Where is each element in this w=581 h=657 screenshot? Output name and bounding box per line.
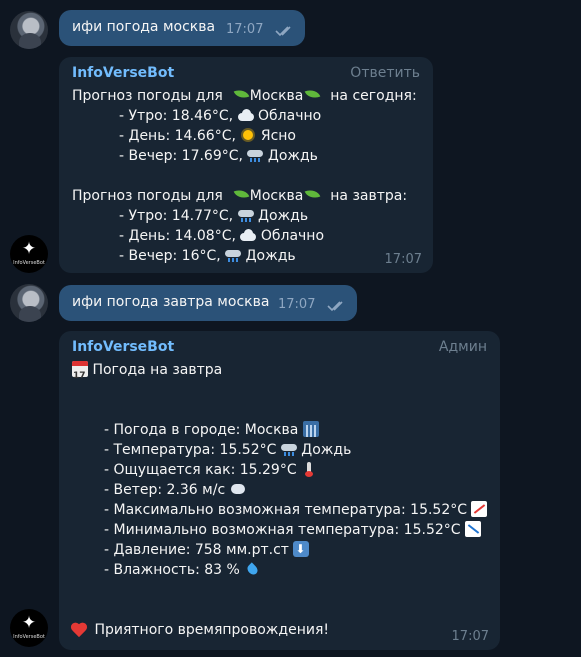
bot-avatar[interactable]: ✦ InfoVerseBot xyxy=(10,235,48,273)
herb-icon xyxy=(232,87,250,103)
chart-decreasing-icon xyxy=(465,521,481,537)
calendar-icon xyxy=(72,361,88,386)
forecast-heading-tomorrow: Прогноз погоды для Москва на завтра: xyxy=(72,187,408,204)
detail-line: - Погода в городе: Москва xyxy=(104,420,319,440)
rain-cloud-icon xyxy=(225,247,242,263)
bot-message[interactable]: InfoVerseBot Ответить Прогноз погоды для… xyxy=(59,57,433,273)
forecast-line: - Вечер: 16°C, Дождь xyxy=(119,247,296,264)
forecast-heading-today: Прогноз погоды для Москва на сегодня: xyxy=(72,87,417,104)
message-author[interactable]: InfoVerseBot xyxy=(72,339,174,355)
down-arrow-icon xyxy=(293,541,310,557)
read-checkmarks-icon xyxy=(327,301,343,312)
message-text: ифи погода москва xyxy=(72,19,216,35)
message-time: 17:07 xyxy=(226,22,264,37)
farewell-line: Приятного времяпровождения! xyxy=(72,620,329,640)
herb-icon xyxy=(303,87,321,103)
forecast-line: - Утро: 14.77°C, Дождь xyxy=(119,207,309,224)
detail-line: - Влажность: 83 % xyxy=(104,560,260,580)
forecast-line: - Утро: 18.46°C, Облачно xyxy=(119,107,322,124)
star-logo-icon: ✦ xyxy=(21,239,37,259)
sun-icon xyxy=(240,127,256,143)
message-text: ифи погода завтра москва xyxy=(72,294,270,310)
detail-line: - Максимально возможная температура: 15.… xyxy=(104,500,488,520)
rain-cloud-icon xyxy=(247,147,264,163)
forecast-line: - Вечер: 17.69°C, Дождь xyxy=(119,147,318,164)
detail-line: - Температура: 15.52°C Дождь xyxy=(104,441,352,458)
forecast-line: - День: 14.66°C, Ясно xyxy=(119,127,296,144)
outgoing-message[interactable]: ифи погода завтра москва 17:07 xyxy=(59,285,357,321)
forecast-line: - День: 14.08°C, Облачно xyxy=(119,227,325,244)
heart-icon xyxy=(72,621,90,637)
cityscape-icon xyxy=(302,421,319,437)
rain-cloud-icon xyxy=(237,207,254,223)
message-time: 17:07 xyxy=(278,297,316,312)
cloud-icon xyxy=(240,227,257,243)
user-avatar[interactable] xyxy=(10,284,48,322)
rain-cloud-icon xyxy=(280,441,297,457)
detail-line: - Минимально возможная температура: 15.5… xyxy=(104,520,481,540)
wind-icon xyxy=(230,481,246,497)
chart-increasing-icon xyxy=(471,501,488,517)
cloud-icon xyxy=(237,107,254,123)
outgoing-message[interactable]: ифи погода москва 17:07 xyxy=(59,10,305,46)
detail-line: - Ощущается как: 15.29°C xyxy=(104,460,317,480)
message-time: 17:07 xyxy=(451,629,489,644)
bot-message[interactable]: InfoVerseBot Админ Погода на завтра - По… xyxy=(59,331,500,650)
message-time: 17:07 xyxy=(384,252,422,267)
read-checkmarks-icon xyxy=(275,26,291,37)
detail-line: - Давление: 758 мм.рт.ст xyxy=(104,540,310,560)
herb-icon xyxy=(303,187,321,203)
thermometer-icon xyxy=(301,461,317,477)
admin-badge: Админ xyxy=(438,339,487,355)
star-logo-icon: ✦ xyxy=(21,613,37,633)
forecast-title: Погода на завтра xyxy=(72,360,222,386)
detail-line: - Ветер: 2.36 м/с xyxy=(104,480,246,500)
reply-button[interactable]: Ответить xyxy=(350,65,420,81)
message-author[interactable]: InfoVerseBot xyxy=(72,65,174,81)
bot-avatar-label: InfoVerseBot xyxy=(13,260,45,266)
user-avatar[interactable] xyxy=(10,11,48,49)
bot-avatar-label: InfoVerseBot xyxy=(13,634,45,640)
bot-avatar[interactable]: ✦ InfoVerseBot xyxy=(10,609,48,647)
herb-icon xyxy=(232,187,250,203)
droplet-icon xyxy=(244,561,260,577)
